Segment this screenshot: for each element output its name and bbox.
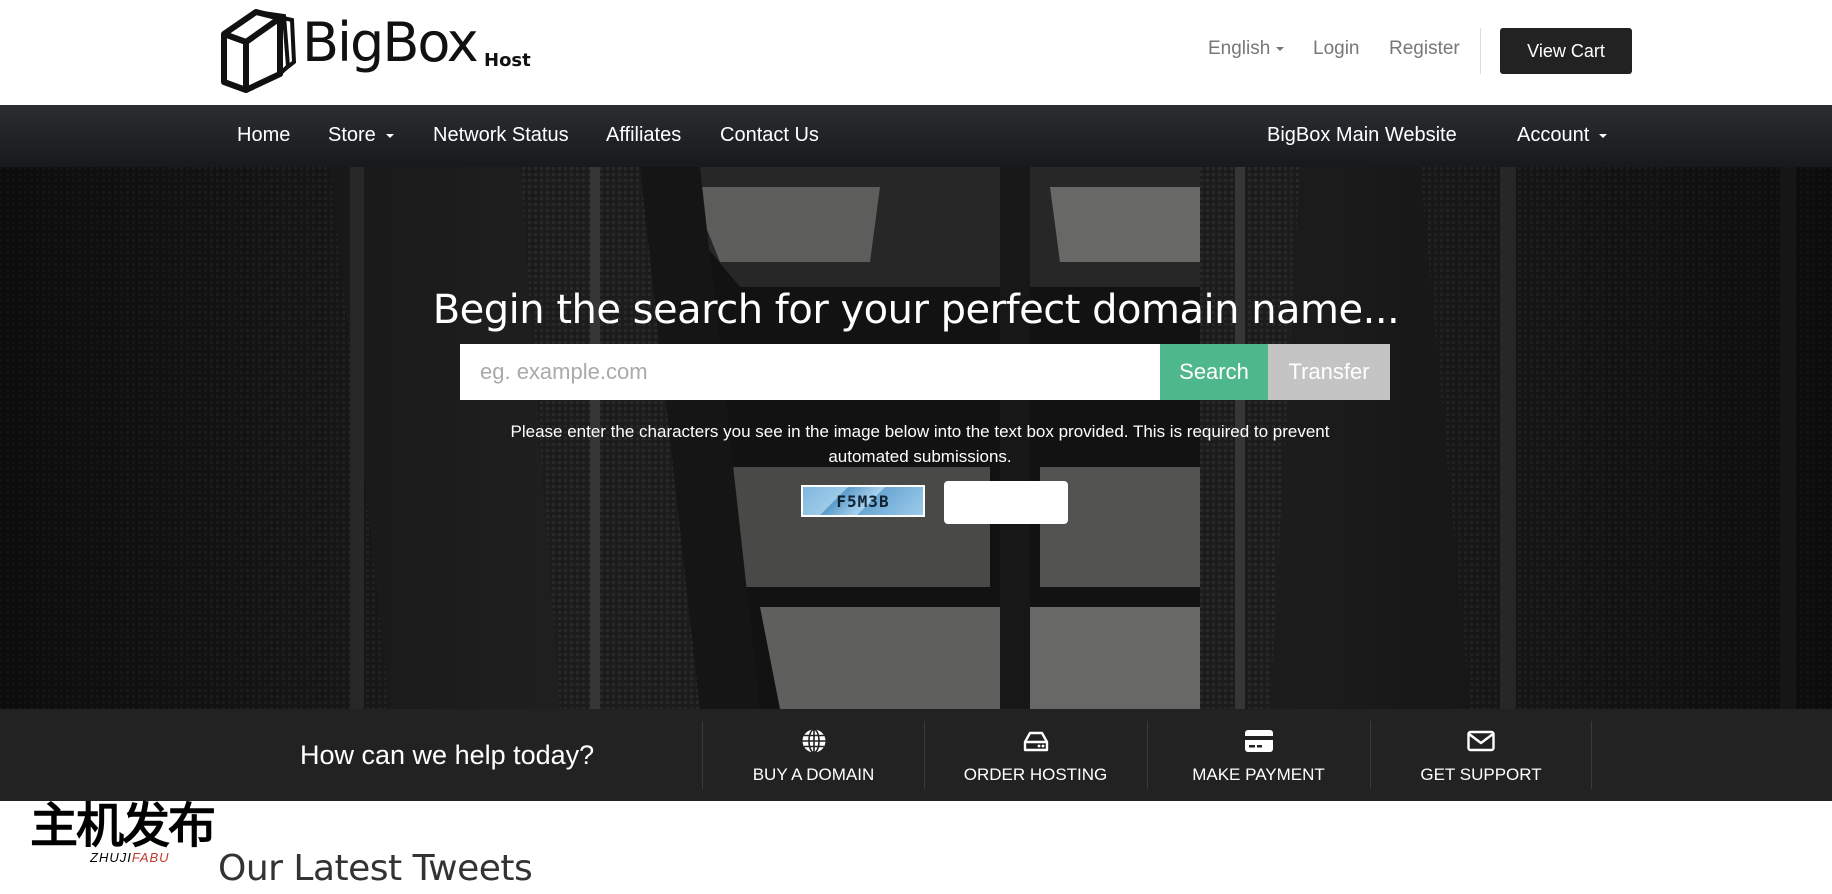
help-item-label: GET SUPPORT — [1420, 765, 1542, 784]
watermark-en-red: FABU — [131, 850, 170, 865]
main-navbar: Home Store Network Status Affiliates Con… — [0, 105, 1832, 167]
nav-store-label: Store — [328, 124, 376, 146]
nav-store[interactable]: Store — [328, 124, 394, 147]
watermark-logo: 主机发布 ZHUJIFABU — [30, 802, 240, 872]
view-cart-button[interactable]: View Cart — [1500, 28, 1632, 74]
nav-main-website[interactable]: BigBox Main Website — [1267, 124, 1457, 147]
box-logo-icon — [221, 9, 297, 93]
envelope-icon — [1467, 730, 1495, 752]
help-item-label: MAKE PAYMENT — [1192, 765, 1325, 784]
language-label: English — [1208, 38, 1271, 59]
nav-network-status[interactable]: Network Status — [433, 124, 569, 147]
domain-search-input[interactable] — [460, 344, 1160, 400]
captcha-input[interactable] — [944, 481, 1068, 524]
register-link[interactable]: Register — [1389, 38, 1460, 60]
login-link[interactable]: Login — [1313, 38, 1360, 60]
transfer-button[interactable]: Transfer — [1268, 344, 1390, 400]
watermark-cn: 主机发布 — [30, 798, 216, 854]
buy-domain-link[interactable]: BUY A DOMAIN — [702, 721, 924, 789]
chevron-down-icon — [1276, 46, 1285, 51]
hard-drive-icon — [1023, 731, 1048, 752]
language-dropdown[interactable]: English — [1208, 38, 1285, 60]
brand-suffix: Host — [484, 50, 531, 71]
chevron-down-icon — [385, 133, 394, 138]
nav-account-label: Account — [1517, 124, 1590, 146]
tweets-heading: Our Latest Tweets — [218, 848, 533, 889]
chevron-down-icon — [1599, 133, 1608, 138]
captcha-instructions: Please enter the characters you see in t… — [510, 422, 1330, 466]
header-divider — [1480, 28, 1481, 74]
nav-contact-us[interactable]: Contact Us — [720, 124, 819, 147]
watermark-en: ZHUJIFABU — [90, 850, 170, 865]
credit-card-icon — [1244, 730, 1273, 752]
hero-section: Begin the search for your perfect domain… — [0, 167, 1832, 709]
top-header: BigBox Host English Login Register View … — [0, 0, 1832, 105]
brand-name: BigBox — [302, 11, 479, 74]
order-hosting-link[interactable]: ORDER HOSTING — [924, 721, 1146, 789]
help-item-label: BUY A DOMAIN — [752, 765, 875, 784]
get-support-link[interactable]: GET SUPPORT — [1370, 721, 1592, 789]
help-bar: How can we help today? BUY A DOMAIN ORDE… — [0, 709, 1832, 801]
hero-heading: Begin the search for your perfect domain… — [432, 287, 1400, 333]
captcha-image: F5M3B — [801, 485, 925, 517]
help-item-label: ORDER HOSTING — [963, 765, 1108, 784]
watermark-en-black: ZHUJI — [90, 850, 132, 865]
search-button[interactable]: Search — [1160, 344, 1268, 400]
help-title: How can we help today? — [300, 740, 595, 770]
nav-account[interactable]: Account — [1517, 124, 1608, 147]
brand-logo[interactable]: BigBox Host — [216, 4, 531, 94]
nav-home[interactable]: Home — [237, 124, 290, 147]
nav-affiliates[interactable]: Affiliates — [606, 124, 681, 147]
make-payment-link[interactable]: MAKE PAYMENT — [1147, 721, 1369, 789]
globe-icon — [802, 728, 825, 754]
